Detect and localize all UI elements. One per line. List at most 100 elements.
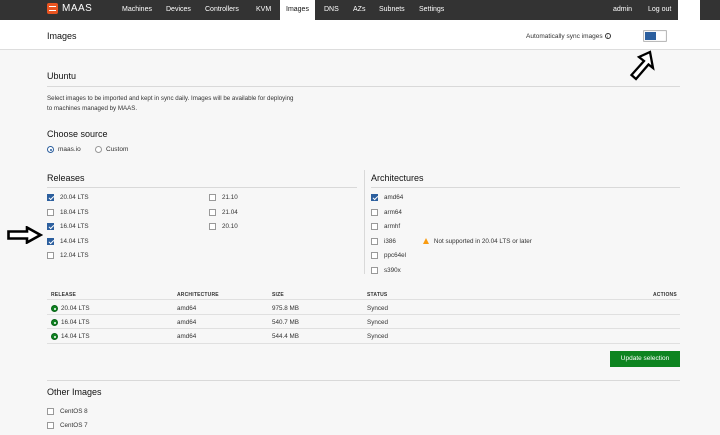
checkbox[interactable]	[371, 222, 378, 230]
release-checkbox-row[interactable]: 16.04 LTS	[47, 222, 89, 230]
nav-subnets[interactable]: Subnets	[379, 0, 405, 20]
table-cell-release: 14.04 LTS	[61, 333, 90, 340]
nav-azs[interactable]: AZs	[353, 0, 365, 20]
info-icon[interactable]: i	[604, 33, 611, 40]
release-checkbox-row[interactable]: 21.04	[209, 208, 238, 216]
table-cell-architecture: amd64	[177, 305, 197, 312]
checkbox[interactable]	[47, 407, 54, 415]
nav-blank-box	[678, 0, 700, 20]
column-header-actions: ACTIONS	[653, 292, 677, 298]
release-checkbox-row[interactable]: 20.04 LTS	[47, 193, 89, 201]
column-header-size[interactable]: SIZE	[272, 292, 284, 298]
choose-source-title: Choose source	[47, 129, 108, 139]
checkbox-label: 20.04 LTS	[60, 193, 89, 201]
checkbox[interactable]	[371, 266, 378, 274]
releases-divider	[47, 187, 357, 188]
checkbox[interactable]	[47, 251, 54, 259]
brand-name: MAAS	[62, 3, 93, 14]
checkbox[interactable]	[209, 193, 216, 201]
checkbox-label: 18.04 LTS	[60, 208, 89, 216]
release-checkbox-row[interactable]: 12.04 LTS	[47, 251, 89, 259]
checkbox[interactable]	[371, 193, 378, 201]
arch-checkbox-row[interactable]: i386 Not supported in 20.04 LTS or later	[371, 237, 532, 245]
checkbox-label: arm64	[384, 208, 402, 216]
checkbox[interactable]	[209, 208, 216, 216]
sync-label-text: Automatically sync images	[526, 33, 603, 40]
arch-checkbox-row[interactable]: ppc64el	[371, 251, 406, 259]
nav-kvm[interactable]: KVM	[256, 0, 271, 20]
checkbox-label: armhf	[384, 222, 401, 230]
nav-dns[interactable]: DNS	[324, 0, 339, 20]
table-cell-architecture: amd64	[177, 319, 197, 326]
release-checkbox-row[interactable]: 20.10	[209, 222, 238, 230]
arch-checkbox-row[interactable]: amd64	[371, 193, 403, 201]
update-selection-button[interactable]: Update selection	[610, 351, 680, 367]
table-cell-release: 20.04 LTS	[61, 305, 90, 312]
checkbox[interactable]	[47, 208, 54, 216]
column-header-architecture[interactable]: ARCHITECTURE	[177, 292, 219, 298]
checkbox-label: i386	[384, 237, 396, 245]
checkbox[interactable]	[371, 251, 378, 259]
release-checkbox-row[interactable]: 14.04 LTS	[47, 237, 89, 245]
radio-maas-io[interactable]	[47, 146, 54, 153]
synced-status-icon	[51, 305, 58, 312]
checkbox-label: ppc64el	[384, 251, 407, 259]
checkbox[interactable]	[371, 208, 378, 216]
nav-settings[interactable]: Settings	[419, 0, 444, 20]
nav-machines[interactable]: Machines	[122, 0, 152, 20]
checkbox-label: CentOS 7	[60, 421, 88, 429]
checkbox[interactable]	[47, 237, 54, 245]
release-checkbox-row[interactable]: 18.04 LTS	[47, 208, 89, 216]
checkbox-label: 20.10	[222, 222, 238, 230]
source-maas-io[interactable]: maas.io	[47, 146, 81, 153]
radio-label: maas.io	[58, 146, 81, 153]
checkbox-label: CentOS 8	[60, 407, 88, 415]
auto-sync-toggle[interactable]	[643, 30, 667, 42]
arch-checkbox-row[interactable]: arm64	[371, 208, 402, 216]
maas-logo[interactable]: MAAS	[47, 3, 92, 14]
source-custom[interactable]: Custom	[95, 146, 128, 153]
checkbox-label: 16.04 LTS	[60, 222, 89, 230]
table-row-divider	[47, 328, 680, 329]
other-images-divider	[47, 380, 680, 381]
synced-status-icon	[51, 319, 58, 326]
architectures-divider	[371, 187, 680, 188]
table-row-divider	[47, 343, 680, 344]
checkbox[interactable]	[371, 237, 378, 245]
pointer-arrow-up-icon	[629, 50, 655, 81]
nav-user[interactable]: admin	[613, 0, 632, 20]
ubuntu-title: Ubuntu	[47, 71, 77, 81]
checkbox-label: s390x	[384, 266, 401, 274]
other-image-checkbox-row[interactable]: CentOS 8	[47, 407, 88, 415]
synced-status-icon	[51, 333, 58, 340]
arch-warning-note: Not supported in 20.04 LTS or later	[433, 237, 532, 245]
ubuntu-divider	[47, 86, 680, 87]
checkbox-label: 14.04 LTS	[60, 237, 89, 245]
checkbox[interactable]	[209, 222, 216, 230]
column-header-release[interactable]: RELEASE	[51, 292, 76, 298]
radio-custom[interactable]	[95, 146, 102, 153]
table-cell-release: 16.04 LTS	[61, 319, 90, 326]
checkbox[interactable]	[47, 421, 54, 429]
sync-label: Automatically sync images i	[526, 33, 611, 40]
nav-controllers[interactable]: Controllers	[205, 0, 239, 20]
toggle-knob	[645, 32, 656, 40]
checkbox[interactable]	[47, 193, 54, 201]
checkbox[interactable]	[47, 222, 54, 230]
description-line-2: to machines managed by MAAS.	[47, 105, 138, 112]
nav-logout[interactable]: Log out	[648, 0, 671, 20]
table-cell-status: Synced	[367, 319, 389, 326]
column-header-status[interactable]: STATUS	[367, 292, 387, 298]
nav-devices[interactable]: Devices	[166, 0, 191, 20]
warning-icon	[422, 238, 429, 244]
nav-images[interactable]: Images	[280, 0, 315, 20]
arch-checkbox-row[interactable]: armhf	[371, 222, 400, 230]
arch-checkbox-row[interactable]: s390x	[371, 266, 401, 274]
releases-title: Releases	[47, 173, 85, 183]
ubuntu-description: Select images to be imported and kept in…	[47, 94, 367, 114]
table-row-divider	[47, 314, 680, 315]
other-image-checkbox-row[interactable]: CentOS 7	[47, 421, 88, 429]
pointer-arrow-right-icon	[7, 226, 43, 244]
checkbox-label: amd64	[384, 193, 404, 201]
release-checkbox-row[interactable]: 21.10	[209, 193, 238, 201]
